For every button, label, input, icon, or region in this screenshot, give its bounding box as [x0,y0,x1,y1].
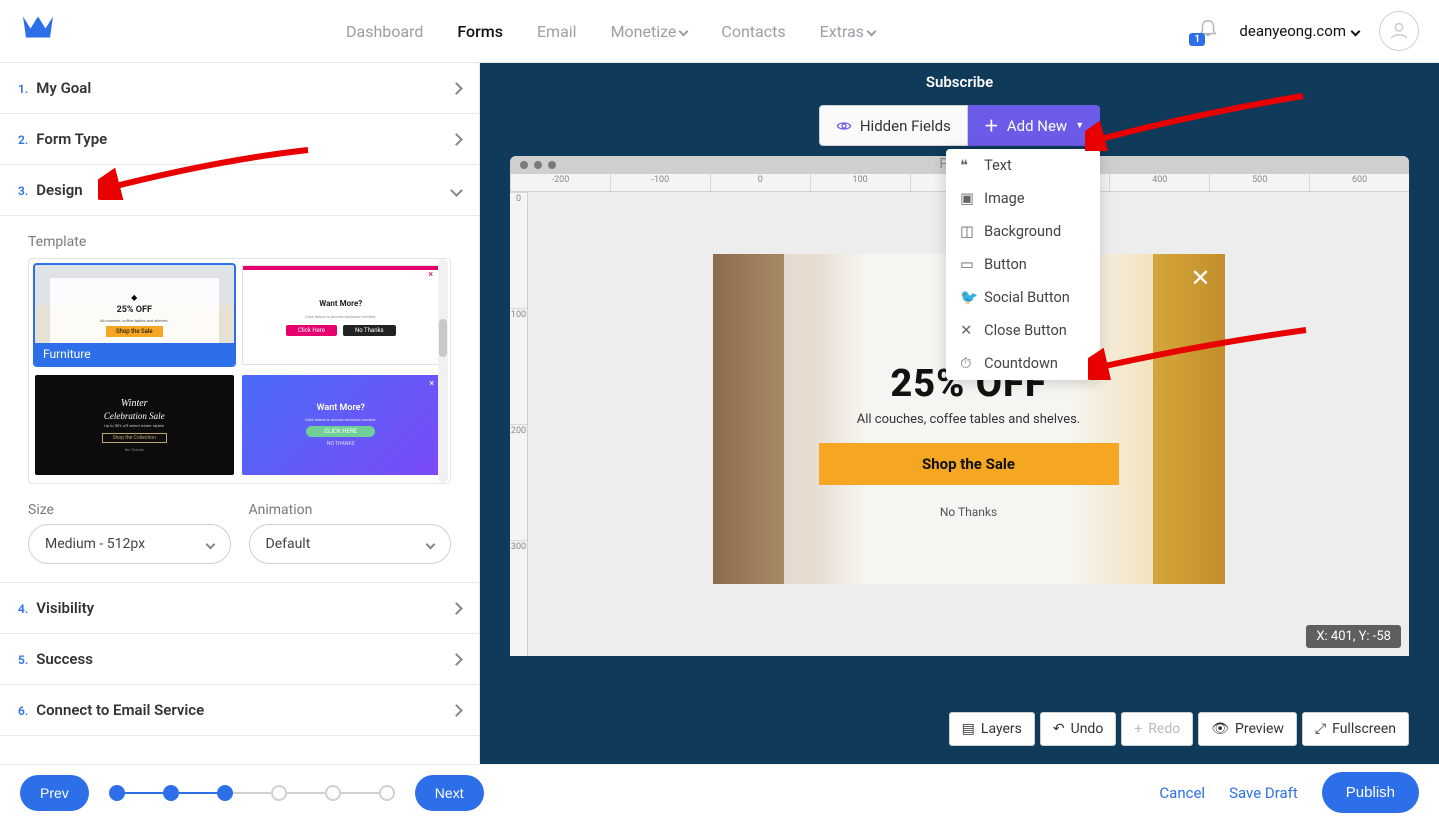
step-success[interactable]: 5. Success [0,634,479,685]
hidden-fields-button[interactable]: Hidden Fields [819,105,968,146]
drop-item-text[interactable]: ❝Text [946,149,1100,182]
step-visibility[interactable]: 4. Visibility [0,583,479,634]
template-scrollbar[interactable] [438,259,448,483]
fullscreen-icon: ⤢ [1315,721,1326,737]
chevron-down-icon [679,26,689,36]
layers-icon: ▤ [962,721,975,737]
chevron-down-icon [426,539,436,549]
background-icon: ◫ [960,223,974,240]
notification-count-badge: 1 [1189,33,1205,46]
drop-item-countdown[interactable]: ⏱Countdown [946,347,1100,380]
logo-crown-icon[interactable] [20,13,56,49]
size-label: Size [28,502,231,518]
button-icon: ▭ [960,256,974,273]
drop-item-button[interactable]: ▭Button [946,248,1100,281]
step-dot-3[interactable] [217,785,233,801]
chevron-right-icon [450,133,463,146]
nav-contacts[interactable]: Contacts [721,22,785,41]
template-want-more-purple[interactable]: Want More? Click below to access exclusi… [242,375,441,475]
close-icon: ✕ [960,322,974,339]
drop-item-close[interactable]: ✕Close Button [946,314,1100,347]
template-furniture[interactable]: ◆ 25% OFF All couches, coffee tables and… [35,265,234,365]
step-dot-6[interactable] [379,785,395,801]
redo-button[interactable]: +Redo [1121,712,1193,746]
next-button[interactable]: Next [415,775,484,811]
account-dropdown[interactable]: deanyeong.com [1239,22,1359,40]
popup-close-button[interactable]: ✕ [1190,264,1210,292]
add-new-button[interactable]: ＋ Add New ▼ [968,105,1100,146]
step-progress [109,785,395,801]
chevron-down-icon [1351,26,1361,36]
fullscreen-button[interactable]: ⤢Fullscreen [1302,712,1409,746]
account-name: deanyeong.com [1239,22,1346,40]
popup-cta-button[interactable]: Shop the Sale [819,443,1119,485]
template-winter[interactable]: Winter Celebration Sale Up to 50% off se… [35,375,234,475]
template-want-more-pink[interactable]: Want More? Click below to access exclusi… [242,265,441,365]
chevron-right-icon [450,602,463,615]
chevron-down-icon [866,26,876,36]
drop-item-social[interactable]: 🐦Social Button [946,281,1100,314]
editor-title: Subscribe [480,63,1439,105]
chevron-right-icon [450,704,463,717]
clock-icon: ⏱ [960,355,974,372]
step-my-goal[interactable]: 1. My Goal [0,63,479,114]
step-dot-1[interactable] [109,785,125,801]
notifications-button[interactable]: 1 [1197,18,1219,44]
undo-button[interactable]: ↶Undo [1040,712,1116,746]
twitter-icon: 🐦 [960,289,974,306]
cancel-link[interactable]: Cancel [1159,784,1205,802]
animation-label: Animation [249,502,452,518]
quote-icon: ❝ [960,157,974,174]
size-select[interactable]: Medium - 512px [28,524,231,564]
eye-icon: 👁 [1211,721,1229,737]
step-dot-4[interactable] [271,785,287,801]
nav-email[interactable]: Email [537,22,577,41]
image-icon: ▣ [960,190,974,207]
nav-extras[interactable]: Extras [820,22,875,41]
popup-no-thanks-link[interactable]: No Thanks [940,505,997,519]
nav-monetize[interactable]: Monetize [611,22,688,41]
preview-button[interactable]: 👁Preview [1198,712,1297,746]
drop-item-background[interactable]: ◫Background [946,215,1100,248]
chevron-down-icon [450,184,463,197]
step-design[interactable]: 3. Design [0,165,479,216]
plus-icon: ＋ [984,115,999,136]
publish-button[interactable]: Publish [1322,772,1419,813]
avatar[interactable] [1379,11,1419,51]
template-label: Template [28,234,451,250]
nav-forms[interactable]: Forms [457,22,503,41]
template-gallery: ◆ 25% OFF All couches, coffee tables and… [28,258,451,484]
save-draft-link[interactable]: Save Draft [1229,784,1298,802]
template-caption: Furniture [35,343,234,365]
drop-item-image[interactable]: ▣Image [946,182,1100,215]
redo-icon: + [1134,721,1142,737]
animation-select[interactable]: Default [249,524,452,564]
nav-dashboard[interactable]: Dashboard [346,22,423,41]
step-connect-email[interactable]: 6. Connect to Email Service [0,685,479,736]
chevron-down-icon [205,539,215,549]
step-dot-5[interactable] [325,785,341,801]
step-dot-2[interactable] [163,785,179,801]
undo-icon: ↶ [1053,721,1065,737]
ruler-vertical: 0 100 200 300 [510,192,528,656]
layers-button[interactable]: ▤Layers [949,712,1035,746]
add-new-dropdown: ❝Text ▣Image ◫Background ▭Button 🐦Social… [946,149,1100,380]
chevron-right-icon [450,82,463,95]
caret-down-icon: ▼ [1075,120,1084,131]
chevron-right-icon [450,653,463,666]
person-icon [1388,20,1410,42]
prev-button[interactable]: Prev [20,775,89,811]
cursor-coordinates: X: 401, Y: -58 [1306,625,1401,648]
popup-subtitle: All couches, coffee tables and shelves. [857,412,1080,427]
step-form-type[interactable]: 2. Form Type [0,114,479,165]
eye-icon [836,118,852,134]
